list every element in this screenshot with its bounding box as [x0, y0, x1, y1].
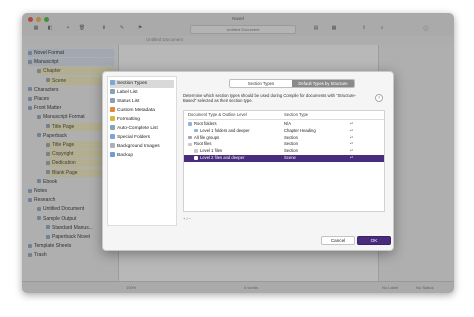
file-icon	[194, 149, 198, 153]
settings-sidebar-label: Label List	[117, 90, 138, 95]
settings-sidebar-label: Section Types	[117, 81, 148, 86]
row-label: All file groups	[194, 134, 220, 140]
settings-sidebar-item[interactable]: Label List	[110, 89, 174, 97]
popup-stepper-icon[interactable]: ▴▾	[350, 122, 353, 127]
table-row[interactable]: Level 2 files and deeper Scene ▴▾	[184, 155, 384, 162]
row-label: Level 1 folders and deeper	[200, 127, 250, 133]
settings-content: Section Types Default Types by Structure …	[179, 76, 388, 224]
settings-category-icon	[110, 89, 115, 95]
settings-sidebar-label: Special Folders	[117, 135, 151, 140]
row-label: Root folders	[194, 121, 217, 126]
settings-sidebar-label: Auto-Complete List	[117, 126, 158, 131]
tab-default-types[interactable]: Default Types by Structure	[292, 80, 354, 87]
settings-category-icon	[110, 98, 115, 104]
settings-sidebar-label: Custom Metadata	[117, 108, 155, 113]
row-document-type: All file groups	[188, 135, 219, 142]
row-label: Level 2 files and deeper	[200, 155, 245, 160]
settings-sidebar: Section Types Label List Status List Custom…	[107, 76, 177, 226]
popup-stepper-icon[interactable]: ▴▾	[350, 128, 353, 134]
popup-stepper-icon[interactable]: ▴▾	[350, 142, 353, 147]
row-document-type: Root folders	[188, 121, 217, 128]
row-document-type: Root files	[188, 141, 211, 148]
row-document-type: Level 2 files and deeper	[194, 155, 244, 162]
settings-sidebar-item[interactable]: Special Folders	[110, 134, 174, 142]
project-settings-dialog: Section Types Label List Status List Custom…	[102, 71, 394, 251]
settings-category-icon	[110, 134, 115, 140]
section-type-select[interactable]: N/A	[284, 121, 291, 128]
row-label: Root files	[194, 141, 212, 147]
settings-sidebar-item[interactable]: Backup	[110, 152, 174, 160]
section-type-select[interactable]: Section	[284, 135, 298, 142]
folder-icon	[194, 128, 198, 133]
table-row[interactable]: Root folders N/A ▴▾	[184, 121, 384, 128]
description-text: Determine which section types should be …	[183, 93, 357, 103]
settings-sidebar-item[interactable]: Auto-Complete List	[110, 125, 174, 133]
row-document-type: Level 1 folders and deeper	[194, 128, 250, 135]
table-row[interactable]: Level 1 files Section ▴▾	[184, 148, 384, 155]
settings-sidebar-label: Formatting	[117, 117, 140, 122]
row-document-type: Level 1 files	[194, 148, 222, 155]
settings-sidebar-item[interactable]: Section Types	[110, 80, 174, 88]
table-row[interactable]: All file groups Section ▴▾	[184, 135, 384, 142]
table-footer-controls[interactable]: + / −	[183, 216, 383, 224]
settings-sidebar-label: Status List	[117, 99, 140, 104]
settings-sidebar-label: Background Images	[117, 144, 160, 149]
help-button[interactable]: ?	[375, 94, 383, 102]
table-row[interactable]: Level 1 folders and deeper Chapter Headin…	[184, 128, 384, 135]
app-window: Novel ▦ ◧ + 🗑 ⬇ ✎ ⚑ Untitled Document ▤ …	[22, 13, 454, 293]
table-row[interactable]: Root files Section ▴▾	[184, 141, 384, 148]
settings-sidebar-item[interactable]: Custom Metadata	[110, 107, 174, 115]
section-type-select[interactable]: Section	[284, 141, 298, 148]
settings-category-icon	[110, 125, 115, 131]
file-icon	[188, 142, 192, 147]
settings-category-icon	[110, 152, 115, 158]
settings-category-icon	[110, 107, 115, 113]
popup-stepper-icon[interactable]: ▴▾	[350, 156, 353, 161]
settings-sidebar-item[interactable]: Status List	[110, 98, 174, 106]
section-type-select[interactable]: Chapter Heading	[284, 128, 316, 135]
column-header-type[interactable]: Document Type & Outline Level	[188, 111, 284, 120]
settings-sidebar-item[interactable]: Formatting	[110, 116, 174, 124]
settings-sidebar-label: Backup	[117, 153, 133, 158]
settings-sidebar-item[interactable]: Background Images	[110, 143, 174, 151]
column-header-section[interactable]: Section Type	[284, 111, 384, 120]
row-label: Level 1 files	[200, 148, 223, 154]
cancel-button[interactable]: Cancel	[321, 236, 355, 245]
popup-stepper-icon[interactable]: ▴▾	[350, 135, 353, 141]
tab-control: Section Types Default Types by Structure	[229, 79, 355, 88]
settings-category-icon	[110, 116, 115, 122]
ok-button[interactable]: OK	[357, 236, 391, 245]
popup-stepper-icon[interactable]: ▴▾	[350, 149, 353, 154]
structure-table: Document Type & Outline Level Section Ty…	[183, 110, 385, 212]
file-icon	[194, 156, 198, 160]
folder-icon	[188, 122, 192, 126]
settings-category-icon	[110, 143, 115, 149]
section-type-select[interactable]: Scene	[284, 155, 296, 162]
settings-category-icon	[110, 80, 115, 86]
section-type-select[interactable]: Section	[284, 148, 298, 155]
tab-section-types[interactable]: Section Types	[230, 80, 292, 87]
stack-icon	[188, 135, 192, 140]
